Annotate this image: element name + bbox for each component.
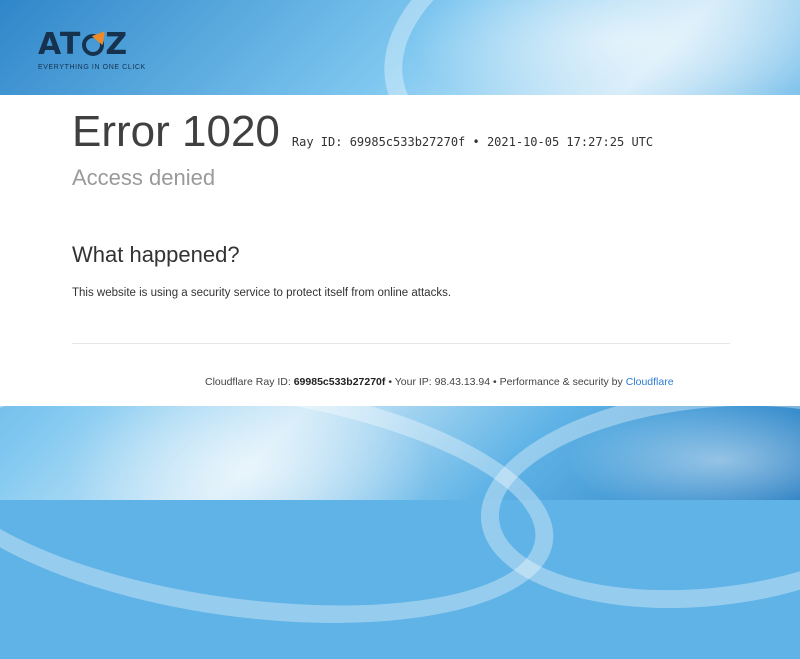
error-title: Error 1020 bbox=[72, 107, 280, 156]
error-page-panel: Error 1020 Ray ID: 69985c533b27270f • 20… bbox=[0, 95, 800, 406]
footer-separator: • bbox=[388, 376, 392, 388]
error-header: Error 1020 Ray ID: 69985c533b27270f • 20… bbox=[72, 107, 653, 157]
footer-ray-id: 69985c533b27270f bbox=[293, 376, 386, 388]
what-happened-text: This website is using a security service… bbox=[72, 287, 452, 299]
footer-perf-text: Performance & security by bbox=[499, 376, 623, 388]
divider bbox=[72, 343, 730, 344]
footer-ray-label: Cloudflare Ray ID: bbox=[205, 376, 291, 388]
logo-tagline: EVERYTHING IN ONE CLICK bbox=[38, 64, 146, 71]
error-subtitle: Access denied bbox=[72, 165, 216, 190]
what-happened-heading: What happened? bbox=[72, 242, 240, 267]
footer-separator: • bbox=[493, 376, 497, 388]
footer-ip: 98.43.13.94 bbox=[434, 376, 491, 388]
atoz-logo: AT Z EVERYTHING IN ONE CLICK bbox=[38, 27, 146, 72]
ray-id-line: Ray ID: 69985c533b27270f • 2021-10-05 17… bbox=[291, 135, 654, 149]
logo-arrow-icon bbox=[82, 34, 105, 56]
cloudflare-link[interactable]: Cloudflare bbox=[626, 376, 674, 388]
logo-wordmark: AT Z bbox=[38, 27, 129, 62]
footer-ip-label: Your IP: bbox=[394, 376, 432, 388]
footer: Cloudflare Ray ID: 69985c533b27270f • Yo… bbox=[205, 376, 674, 388]
